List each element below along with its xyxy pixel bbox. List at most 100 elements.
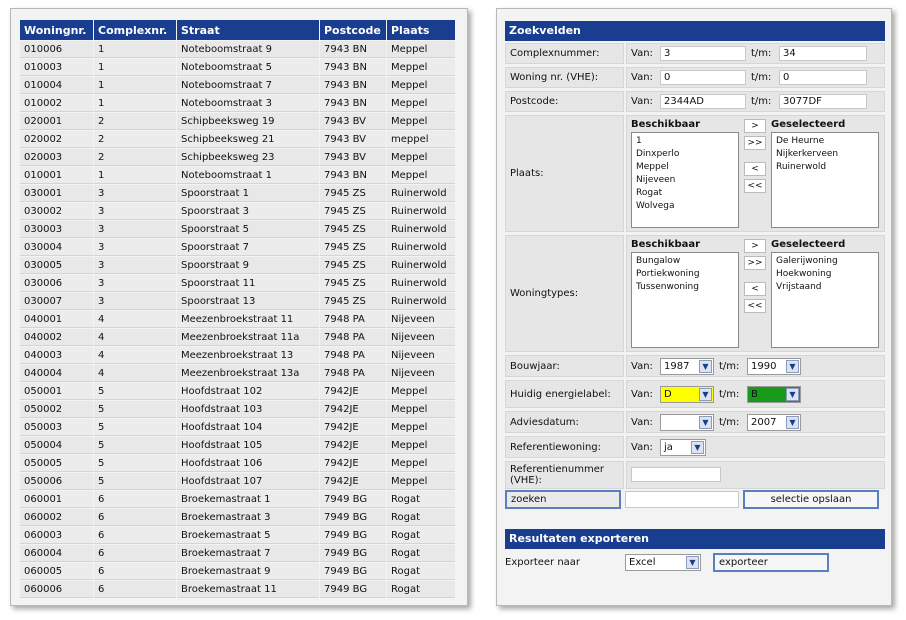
adviesdatum-row: Adviesdatum: Van: ▼ t/m: 2007 ▼ — [505, 411, 885, 433]
list-item[interactable]: Dinxperlo — [636, 148, 734, 161]
list-item[interactable]: Ruinerwold — [776, 161, 874, 174]
table-row[interactable]: 060006 6 Broekemastraat 11 7949 BG Rogat — [20, 581, 455, 598]
table-row[interactable]: 040004 4 Meezenbroekstraat 13a 7948 PA Nijev… — [20, 365, 455, 382]
move-all-right-button[interactable]: >> — [744, 136, 766, 150]
cell-postcode: 7949 BG — [320, 563, 386, 580]
list-item[interactable]: Wolvega — [636, 200, 734, 213]
table-row[interactable]: 030002 3 Spoorstraat 3 7945 ZS Ruinerwold — [20, 203, 455, 220]
list-item[interactable]: Bungalow — [636, 255, 734, 268]
table-row[interactable]: 010003 1 Noteboomstraat 5 7943 BN Meppel — [20, 59, 455, 76]
plaats-available-list[interactable]: 1 Dinxperlo Meppel Nijeveen Rogat Wolvega — [631, 132, 739, 228]
table-row[interactable]: 050005 5 Hoofdstraat 106 7942JE Meppel — [20, 455, 455, 472]
table-row[interactable]: 010006 1 Noteboomstraat 9 7943 BN Meppel — [20, 41, 455, 58]
table-row[interactable]: 060004 6 Broekemastraat 7 7949 BG Rogat — [20, 545, 455, 562]
cell-woningnr: 030001 — [20, 185, 93, 202]
move-all-left-button[interactable]: << — [744, 179, 766, 193]
column-header-complexnr[interactable]: Complexnr. — [94, 20, 176, 40]
list-item[interactable]: Vrijstaand — [776, 281, 874, 294]
cell-postcode: 7949 BG — [320, 509, 386, 526]
table-row[interactable]: 040002 4 Meezenbroekstraat 11a 7948 PA Nijev… — [20, 329, 455, 346]
plaats-selected-list[interactable]: De Heurne Nijkerkerveen Ruinerwold — [771, 132, 879, 228]
move-all-right-button[interactable]: >> — [744, 256, 766, 270]
table-row[interactable]: 050003 5 Hoofdstraat 104 7942JE Meppel — [20, 419, 455, 436]
list-item[interactable]: Nijkerkerveen — [776, 148, 874, 161]
list-item[interactable]: Portiekwoning — [636, 268, 734, 281]
cell-complexnr: 5 — [94, 419, 176, 436]
list-item[interactable]: Rogat — [636, 187, 734, 200]
move-left-button[interactable]: < — [744, 162, 766, 176]
table-row[interactable]: 030001 3 Spoorstraat 1 7945 ZS Ruinerwold — [20, 185, 455, 202]
table-row[interactable]: 010002 1 Noteboomstraat 3 7943 BN Meppel — [20, 95, 455, 112]
bouwjaar-from-select[interactable]: 1987 ▼ — [660, 358, 714, 375]
table-row[interactable]: 040001 4 Meezenbroekstraat 11 7948 PA Nijeve… — [20, 311, 455, 328]
column-header-straat[interactable]: Straat — [177, 20, 319, 40]
complexnummer-from-input[interactable]: 3 — [660, 46, 746, 61]
referentiewoning-select[interactable]: ja ▼ — [660, 439, 706, 456]
search-extra-input[interactable] — [625, 491, 739, 508]
results-table: Woningnr. Complexnr. Straat Postcode Pla… — [19, 19, 456, 599]
table-row[interactable]: 010004 1 Noteboomstraat 7 7943 BN Meppel — [20, 77, 455, 94]
cell-woningnr: 010004 — [20, 77, 93, 94]
table-row[interactable]: 010001 1 Noteboomstraat 1 7943 BN Meppel — [20, 167, 455, 184]
table-row[interactable]: 030006 3 Spoorstraat 11 7945 ZS Ruinerwold — [20, 275, 455, 292]
table-row[interactable]: 050001 5 Hoofdstraat 102 7942JE Meppel — [20, 383, 455, 400]
list-item[interactable]: 1 — [636, 135, 734, 148]
column-header-woningnr[interactable]: Woningnr. — [20, 20, 93, 40]
referentienummer-input[interactable] — [631, 467, 721, 482]
table-row[interactable]: 050006 5 Hoofdstraat 107 7942JE Meppel — [20, 473, 455, 490]
move-all-left-button[interactable]: << — [744, 299, 766, 313]
complexnummer-to-input[interactable]: 34 — [779, 46, 867, 61]
list-item[interactable]: Meppel — [636, 161, 734, 174]
list-item[interactable]: Nijeveen — [636, 174, 734, 187]
cell-complexnr: 6 — [94, 509, 176, 526]
move-right-button[interactable]: > — [744, 119, 766, 133]
export-format-select[interactable]: Excel ▼ — [625, 554, 701, 571]
table-row[interactable]: 030007 3 Spoorstraat 13 7945 ZS Ruinerwold — [20, 293, 455, 310]
zoeken-input[interactable]: zoeken — [505, 490, 621, 509]
postcode-label: Postcode: — [505, 91, 624, 112]
table-row[interactable]: 020002 2 Schipbeeksweg 21 7943 BV meppel — [20, 131, 455, 148]
table-row[interactable]: 060005 6 Broekemastraat 9 7949 BG Rogat — [20, 563, 455, 580]
table-row[interactable]: 050002 5 Hoofdstraat 103 7942JE Meppel — [20, 401, 455, 418]
cell-plaats: Meppel — [387, 401, 455, 418]
table-row[interactable]: 030004 3 Spoorstraat 7 7945 ZS Ruinerwold — [20, 239, 455, 256]
table-row[interactable]: 050004 5 Hoofdstraat 105 7942JE Meppel — [20, 437, 455, 454]
table-row[interactable]: 030003 3 Spoorstraat 5 7945 ZS Ruinerwold — [20, 221, 455, 238]
cell-plaats: Nijeveen — [387, 347, 455, 364]
move-left-button[interactable]: < — [744, 282, 766, 296]
list-item[interactable]: Tussenwoning — [636, 281, 734, 294]
list-item[interactable]: Hoekwoning — [776, 268, 874, 281]
adviesdatum-to-select[interactable]: 2007 ▼ — [747, 414, 801, 431]
column-header-postcode[interactable]: Postcode — [320, 20, 386, 40]
search-panel: Zoekvelden Complexnummer: Van: 3 t/m: 34… — [496, 8, 892, 606]
woningnr-to-input[interactable]: 0 — [779, 70, 867, 85]
list-item[interactable]: Galerijwoning — [776, 255, 874, 268]
woningtypes-available-list[interactable]: Bungalow Portiekwoning Tussenwoning — [631, 252, 739, 348]
table-row[interactable]: 060001 6 Broekemastraat 1 7949 BG Rogat — [20, 491, 455, 508]
postcode-to-input[interactable]: 3077DF — [779, 94, 867, 109]
table-row[interactable]: 020003 2 Schipbeeksweg 23 7943 BV Meppel — [20, 149, 455, 166]
table-row[interactable]: 020001 2 Schipbeeksweg 19 7943 BV Meppel — [20, 113, 455, 130]
save-selection-button[interactable]: selectie opslaan — [743, 490, 879, 509]
list-item[interactable]: De Heurne — [776, 135, 874, 148]
energielabel-to-select[interactable]: B ▼ — [747, 386, 801, 403]
bouwjaar-row: Bouwjaar: Van: 1987 ▼ t/m: 1990 ▼ — [505, 355, 885, 377]
table-row[interactable]: 030005 3 Spoorstraat 9 7945 ZS Ruinerwold — [20, 257, 455, 274]
cell-complexnr: 6 — [94, 527, 176, 544]
energielabel-from-select[interactable]: D ▼ — [660, 386, 714, 403]
woningtypes-selected-list[interactable]: Galerijwoning Hoekwoning Vrijstaand — [771, 252, 879, 348]
cell-complexnr: 4 — [94, 347, 176, 364]
adviesdatum-from-select[interactable]: ▼ — [660, 414, 714, 431]
table-row[interactable]: 060002 6 Broekemastraat 3 7949 BG Rogat — [20, 509, 455, 526]
move-right-button[interactable]: > — [744, 239, 766, 253]
bouwjaar-to-select[interactable]: 1990 ▼ — [747, 358, 801, 375]
woningnr-from-input[interactable]: 0 — [660, 70, 746, 85]
postcode-from-input[interactable]: 2344AD — [660, 94, 746, 109]
cell-postcode: 7949 BG — [320, 491, 386, 508]
table-row[interactable]: 060003 6 Broekemastraat 5 7949 BG Rogat — [20, 527, 455, 544]
cell-complexnr: 1 — [94, 77, 176, 94]
export-button[interactable]: exporteer — [713, 553, 829, 572]
cell-plaats: Rogat — [387, 527, 455, 544]
table-row[interactable]: 040003 4 Meezenbroekstraat 13 7948 PA Nijeve… — [20, 347, 455, 364]
column-header-plaats[interactable]: Plaats — [387, 20, 455, 40]
